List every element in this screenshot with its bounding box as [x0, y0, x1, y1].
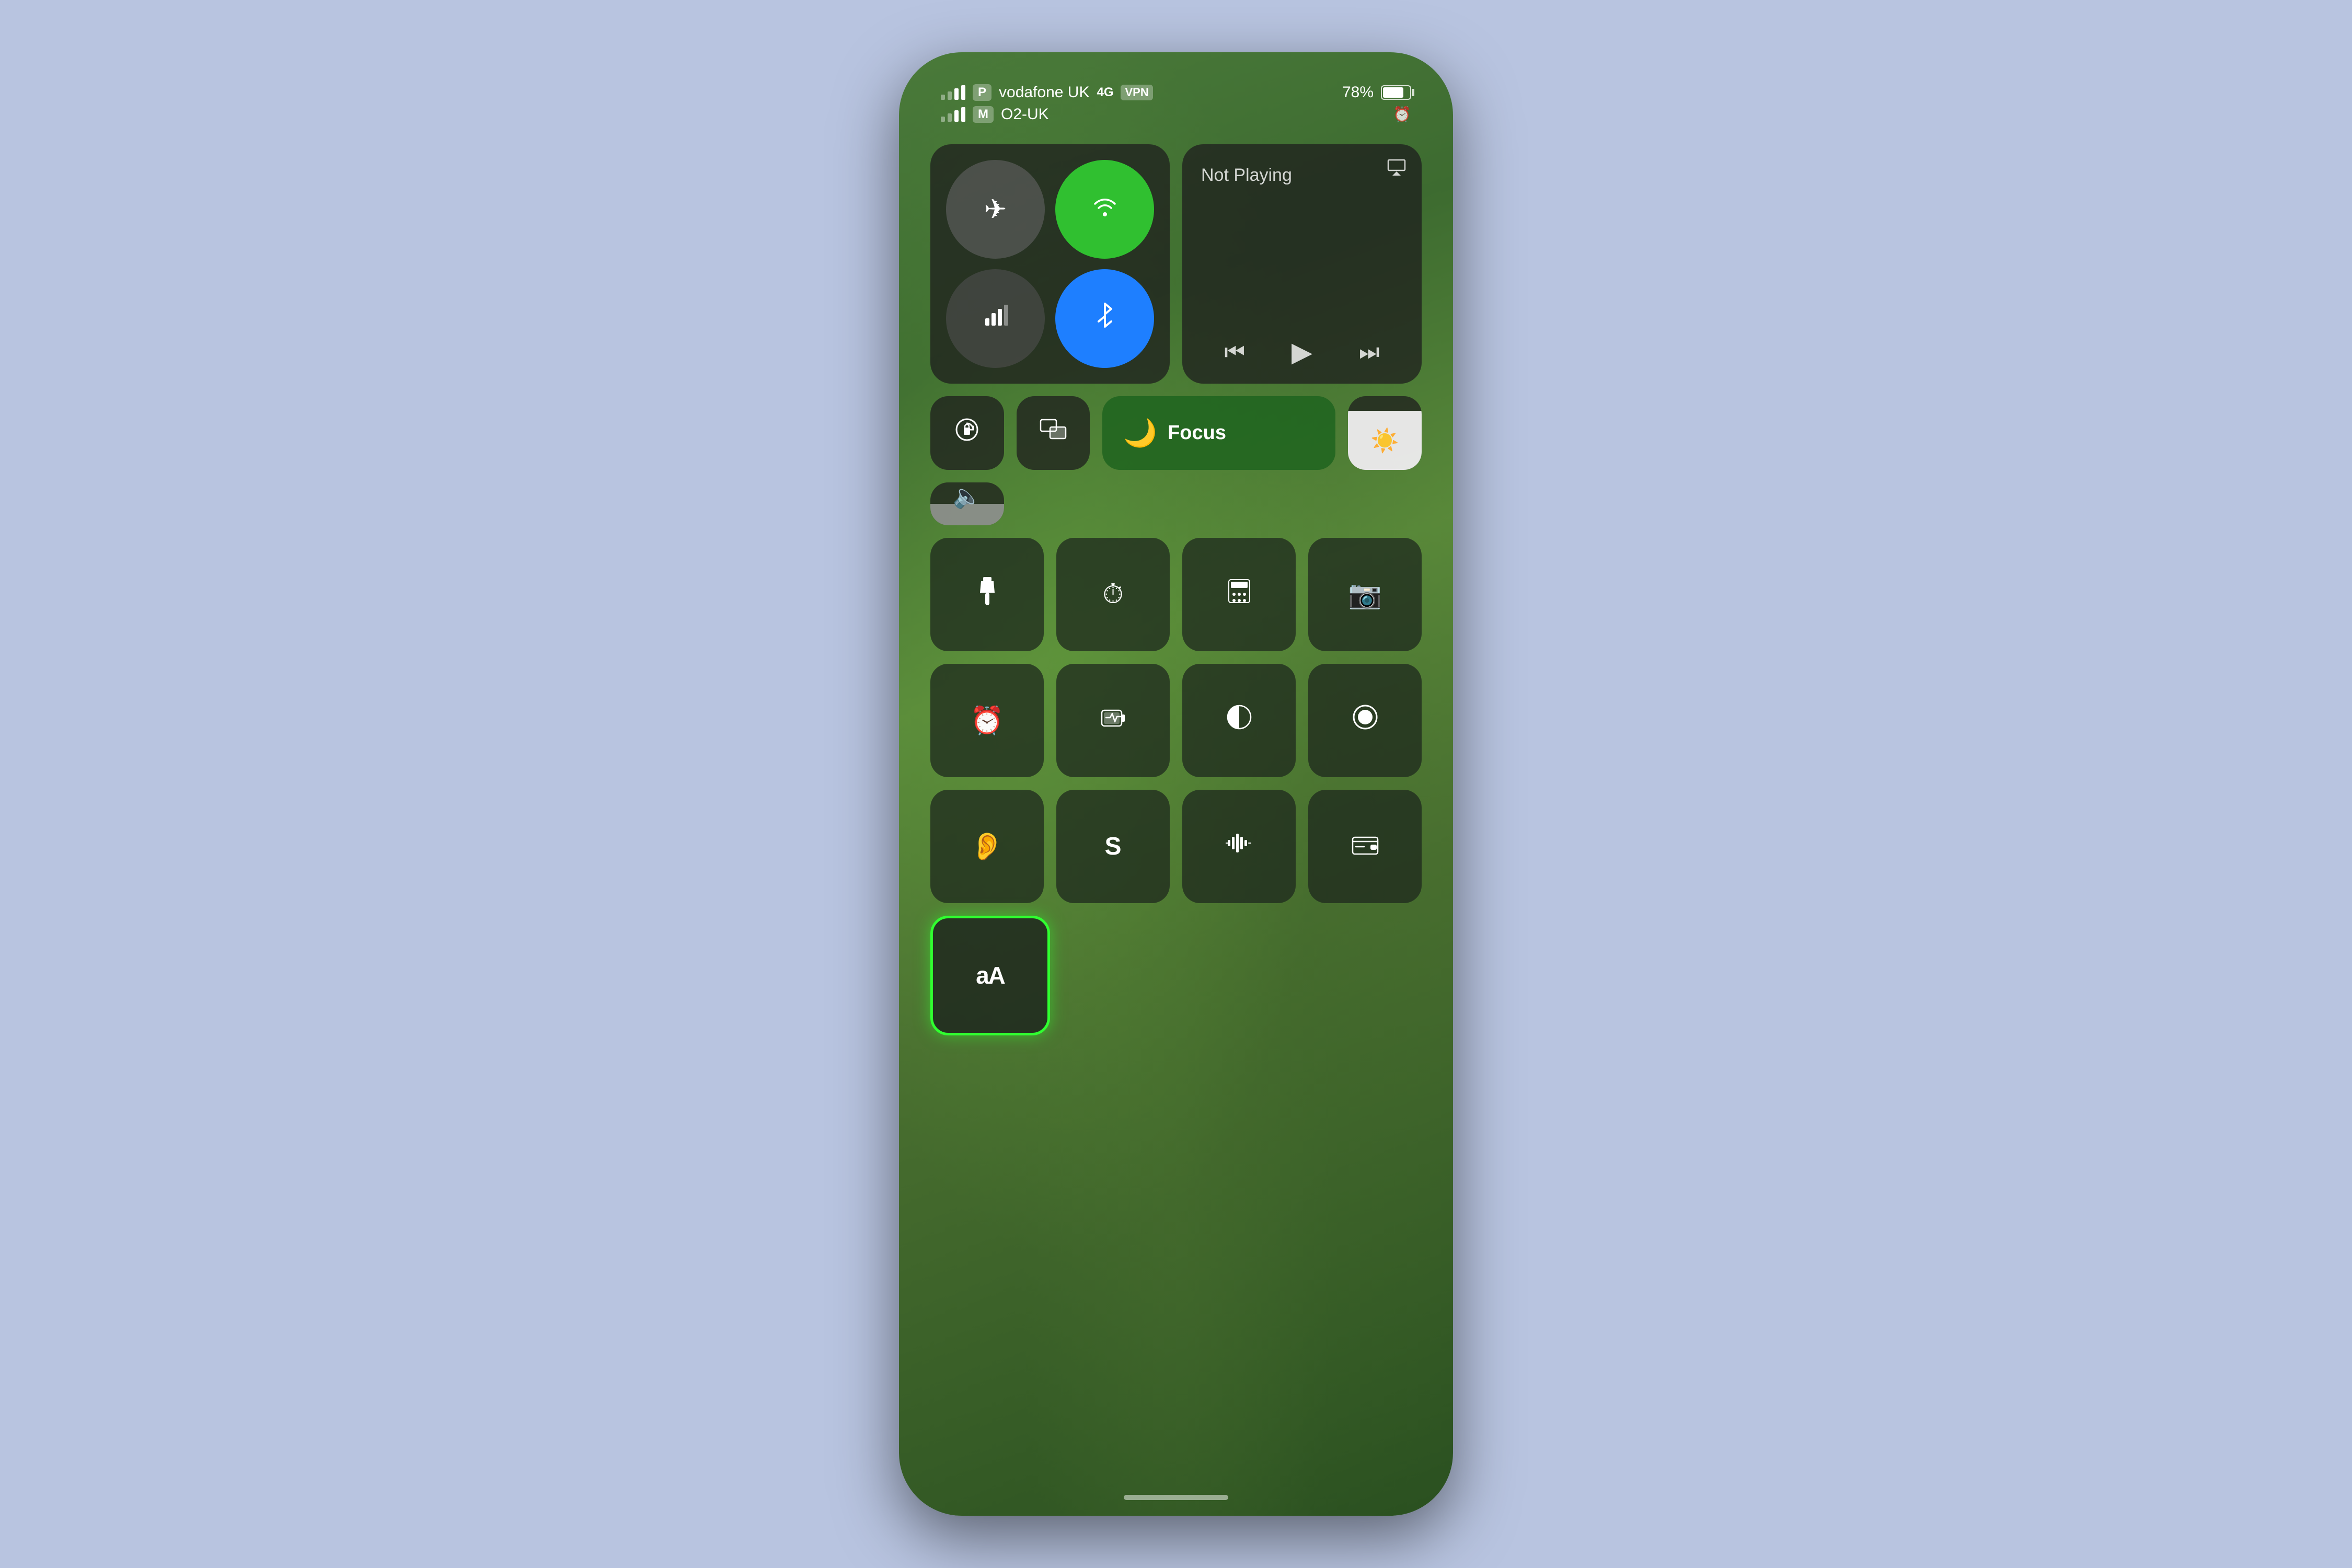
carrier2-name: O2-UK — [1001, 106, 1049, 123]
signal2-bar-4 — [961, 107, 965, 122]
signal2-bar-3 — [954, 110, 959, 122]
moon-icon: 🌙 — [1123, 417, 1157, 449]
rewind-button[interactable]: ⏮ — [1224, 339, 1245, 365]
signal1-bars — [941, 85, 965, 100]
battery-icon — [1381, 85, 1411, 100]
vpn-badge: VPN — [1121, 85, 1152, 100]
brightness-icon: ☀️ — [1370, 427, 1399, 454]
orientation-lock-icon — [953, 416, 981, 450]
row-actions1: ⏱ — [930, 538, 1422, 651]
wifi-icon — [1091, 192, 1119, 226]
airplay-icon — [1387, 157, 1406, 180]
hearing-button[interactable]: 👂 — [930, 790, 1044, 903]
bottom-row: aA — [930, 916, 1422, 1035]
status-bar: P vodafone UK 4G VPN M O2-UK 78% — [899, 52, 1453, 134]
alarm-icon: ⏰ — [970, 705, 1004, 736]
signal2-bar-1 — [941, 117, 945, 122]
cc-layout: ✈ — [930, 144, 1422, 1035]
bluetooth-button[interactable] — [1055, 269, 1154, 368]
alarm-icon: ⏰ — [1393, 106, 1411, 123]
signal2-bars — [941, 107, 965, 122]
camera-icon: 📷 — [1348, 579, 1382, 610]
screen-record-icon — [1352, 704, 1379, 737]
row2: 🌙 Focus ☀️ 🔈 — [930, 396, 1422, 525]
volume-icon: 🔈 — [953, 482, 982, 510]
battery-row: 78% — [1342, 84, 1411, 101]
focus-label: Focus — [1168, 422, 1226, 444]
alarm-button[interactable]: ⏰ — [930, 664, 1044, 777]
timer-button[interactable]: ⏱ — [1056, 538, 1170, 651]
status-left: P vodafone UK 4G VPN M O2-UK — [941, 84, 1153, 123]
row-actions3: 👂 S — [930, 790, 1422, 903]
carrier1-badge: P — [973, 84, 991, 101]
focus-button[interactable]: 🌙 Focus — [1102, 396, 1335, 470]
wallet-button[interactable] — [1308, 790, 1422, 903]
brightness-slider[interactable]: ☀️ — [1348, 396, 1422, 470]
carrier1-name: vodafone UK — [999, 84, 1089, 101]
carrier1-network: 4G — [1097, 85, 1113, 100]
control-center: ✈ — [899, 134, 1453, 1067]
shazam-button[interactable]: S — [1056, 790, 1170, 903]
screen-mirror-button[interactable] — [1017, 396, 1090, 470]
dark-mode-icon — [1226, 704, 1253, 737]
signal-bar-1 — [941, 95, 945, 100]
calculator-button[interactable] — [1182, 538, 1296, 651]
carrier2-row: M O2-UK — [941, 106, 1153, 123]
battery-health-button[interactable] — [1056, 664, 1170, 777]
airplane-mode-button[interactable]: ✈ — [946, 160, 1045, 259]
voice-recognition-icon — [1226, 829, 1253, 863]
screen-record-button[interactable] — [1308, 664, 1422, 777]
dark-mode-button[interactable] — [1182, 664, 1296, 777]
phone-frame: P vodafone UK 4G VPN M O2-UK 78% — [899, 52, 1453, 1516]
cellular-icon — [983, 303, 1008, 335]
text-size-icon: aA — [976, 961, 1005, 989]
play-button[interactable]: ▶ — [1292, 337, 1312, 368]
airplane-icon: ✈ — [984, 194, 1007, 225]
cellular-button[interactable] — [946, 269, 1045, 368]
row-connectivity: ✈ — [930, 144, 1422, 384]
bluetooth-icon — [1096, 302, 1114, 336]
signal-bar-3 — [954, 88, 959, 100]
orientation-lock-button[interactable] — [930, 396, 1004, 470]
text-size-button[interactable]: aA — [930, 916, 1050, 1035]
home-indicator — [1124, 1495, 1228, 1500]
row-actions2: ⏰ — [930, 664, 1422, 777]
flashlight-button[interactable] — [930, 538, 1044, 651]
wallet-icon — [1352, 831, 1379, 862]
volume-slider[interactable]: 🔈 — [930, 482, 1004, 525]
timer-icon: ⏱ — [1102, 579, 1124, 610]
flashlight-icon — [978, 577, 997, 612]
signal2-bar-2 — [948, 113, 952, 122]
connectivity-tile[interactable]: ✈ — [930, 144, 1170, 384]
status-right: 78% ⏰ — [1342, 84, 1411, 123]
media-controls: ⏮ ▶ ⏭ — [1201, 337, 1403, 368]
now-playing-tile[interactable]: Not Playing ⏮ ▶ ⏭ — [1182, 144, 1422, 384]
battery-percent: 78% — [1342, 84, 1374, 101]
carrier2-badge: M — [973, 106, 994, 123]
bottom-spacer — [1063, 916, 1422, 1035]
signal-bar-2 — [948, 91, 952, 100]
carrier1-row: P vodafone UK 4G VPN — [941, 84, 1153, 101]
signal-bar-4 — [961, 85, 965, 100]
camera-button[interactable]: 📷 — [1308, 538, 1422, 651]
battery-fill — [1383, 87, 1403, 98]
wifi-button[interactable] — [1055, 160, 1154, 259]
hearing-icon: 👂 — [970, 831, 1004, 862]
shazam-icon: S — [1104, 832, 1121, 861]
calculator-icon — [1227, 578, 1252, 612]
voice-recognition-button[interactable] — [1182, 790, 1296, 903]
fast-forward-button[interactable]: ⏭ — [1359, 339, 1380, 365]
battery-health-icon — [1101, 705, 1126, 736]
not-playing-label: Not Playing — [1201, 165, 1403, 186]
screen-mirror-icon — [1040, 417, 1067, 448]
